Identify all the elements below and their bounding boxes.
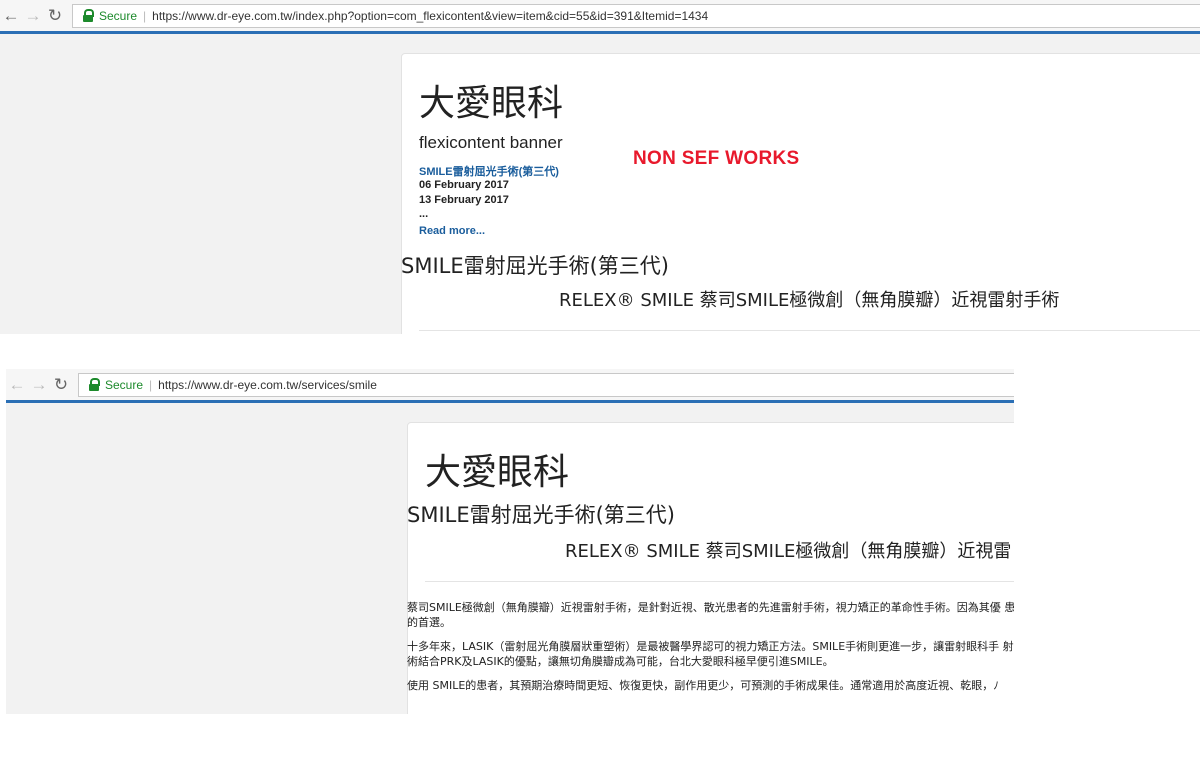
url-text[interactable]: https://www.dr-eye.com.tw/index.php?opti… xyxy=(152,9,708,23)
article-subtitle: RELEX® SMILE 蔡司SMILE極微創（無角膜瓣）近視雷 xyxy=(565,541,1012,562)
reload-icon[interactable]: ↻ xyxy=(44,0,66,33)
banner-ellipsis: ... xyxy=(419,208,429,220)
forward-arrow-icon[interactable]: → xyxy=(28,369,50,402)
address-separator: | xyxy=(143,8,147,23)
screenshot-sef-url: ← → ↻ Secure | https://www.dr-eye.com.tw… xyxy=(6,369,1014,714)
banner-date-created: 06 February 2017 xyxy=(419,179,509,191)
banner-item-link[interactable]: SMILE雷射屈光手術(第三代) xyxy=(419,163,559,179)
reload-icon[interactable]: ↻ xyxy=(50,369,72,402)
article-subtitle: RELEX® SMILE 蔡司SMILE極微創（無角膜瓣）近視雷射手術 xyxy=(559,290,1060,311)
forward-arrow-icon[interactable]: → xyxy=(22,0,44,33)
body-paragraph: 蔡司SMILE極微創（無角膜瓣）近視雷射手術，是針對近視、散光患者的先進雷射手術… xyxy=(407,601,1014,629)
banner-date-modified: 13 February 2017 xyxy=(419,194,509,206)
back-arrow-icon[interactable]: ← xyxy=(0,0,22,33)
browser-toolbar: ← → ↻ Secure | https://www.dr-eye.com.tw… xyxy=(6,369,1014,403)
site-title[interactable]: 大愛眼科 xyxy=(425,443,569,495)
divider xyxy=(419,330,1200,331)
lock-icon xyxy=(81,8,95,23)
lock-icon xyxy=(87,377,101,392)
body-paragraph: 十多年來，LASIK（雷射屈光角膜層狀重塑術）是最被醫學界認可的視力矯正方法。S… xyxy=(407,640,1014,668)
address-separator: | xyxy=(149,377,153,392)
site-title[interactable]: 大愛眼科 xyxy=(419,74,563,126)
address-bar[interactable]: Secure | https://www.dr-eye.com.tw/servi… xyxy=(78,372,1014,397)
divider xyxy=(425,581,1014,582)
secure-label: Secure xyxy=(99,8,138,23)
banner-heading: flexicontent banner xyxy=(419,133,563,152)
secure-label: Secure xyxy=(105,377,144,392)
article-title: SMILE雷射屈光手術(第三代) xyxy=(401,254,669,278)
browser-toolbar: ← → ↻ Secure | https://www.dr-eye.com.tw… xyxy=(0,0,1200,34)
article-title: SMILE雷射屈光手術(第三代) xyxy=(407,503,675,527)
read-more-link[interactable]: Read more... xyxy=(419,225,485,237)
annotation-label: NON SEF WORKS xyxy=(633,148,800,169)
address-bar[interactable]: Secure | https://www.dr-eye.com.tw/index… xyxy=(72,3,1200,28)
url-text[interactable]: https://www.dr-eye.com.tw/services/smile xyxy=(158,378,377,392)
screenshot-non-sef-url: ← → ↻ Secure | https://www.dr-eye.com.tw… xyxy=(0,0,1200,334)
body-paragraph: 使用 SMILE的患者，其預期治療時間更短、恢復更快，副作用更少，可預測的手術成… xyxy=(407,679,999,692)
back-arrow-icon[interactable]: ← xyxy=(6,369,28,402)
